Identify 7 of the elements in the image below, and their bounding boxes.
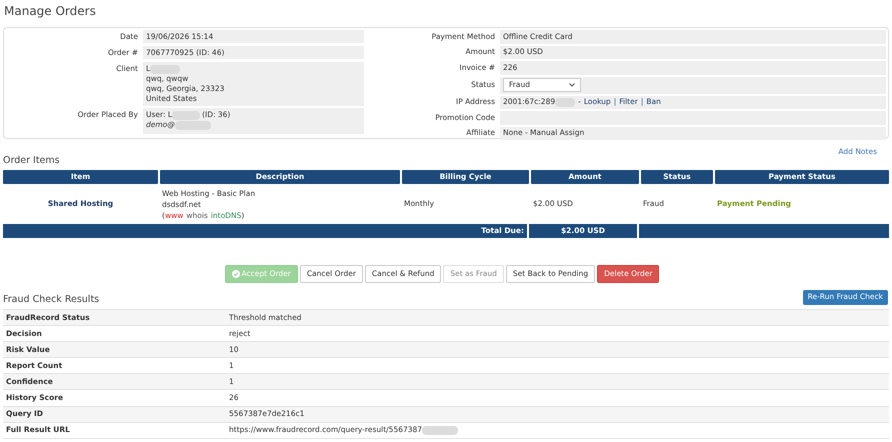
check-circle-icon (232, 270, 240, 278)
page-title: Manage Orders (3, 3, 97, 20)
section-title: Order Items (3, 155, 60, 167)
chevron-down-icon (569, 83, 575, 87)
redaction-blur (422, 426, 458, 435)
redaction-blur (555, 98, 576, 107)
section-title: Fraud Check Results (3, 294, 100, 306)
